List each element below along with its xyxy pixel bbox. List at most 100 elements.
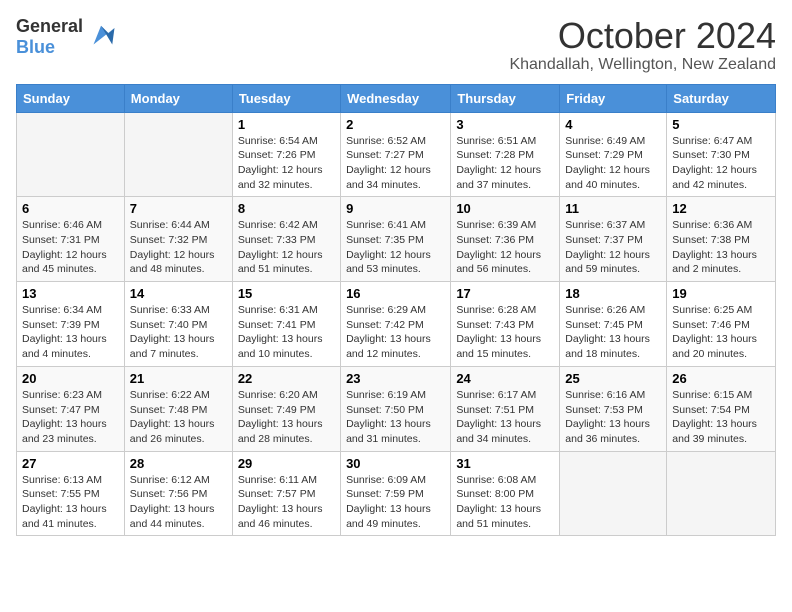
day-number: 1 [238, 117, 335, 132]
calendar-cell: 1 Sunrise: 6:54 AMSunset: 7:26 PMDaylight… [232, 112, 340, 197]
day-info: Sunrise: 6:37 AMSunset: 7:37 PMDaylight:… [565, 218, 661, 277]
day-number: 24 [456, 371, 554, 386]
title-area: October 2024 Khandallah, Wellington, New… [509, 16, 776, 74]
day-number: 7 [130, 201, 227, 216]
calendar-cell: 2Sunrise: 6:52 AMSunset: 7:27 PMDaylight… [341, 112, 451, 197]
day-number: 14 [130, 286, 227, 301]
weekday-header-saturday: Saturday [667, 84, 776, 112]
calendar-cell: 12Sunrise: 6:36 AMSunset: 7:38 PMDayligh… [667, 197, 776, 282]
calendar-cell: 10Sunrise: 6:39 AMSunset: 7:36 PMDayligh… [451, 197, 560, 282]
calendar-cell: 3 Sunrise: 6:51 AMSunset: 7:28 PMDaylight… [451, 112, 560, 197]
calendar-cell: 21 Sunrise: 6:22 AMSunset: 7:48 PMDayligh… [124, 366, 232, 451]
calendar-cell: 13 Sunrise: 6:34 AMSunset: 7:39 PMDayligh… [17, 282, 125, 367]
day-info: Sunrise: 6:22 AMSunset: 7:48 PMDaylight:… [130, 388, 227, 447]
day-info: Sunrise: 6:42 AMSunset: 7:33 PMDaylight:… [238, 218, 335, 277]
day-number: 29 [238, 456, 335, 471]
calendar-cell: 16Sunrise: 6:29 AMSunset: 7:42 PMDayligh… [341, 282, 451, 367]
calendar-cell [560, 451, 667, 536]
weekday-header-monday: Monday [124, 84, 232, 112]
day-number: 30 [346, 456, 445, 471]
day-info: Sunrise: 6:26 AMSunset: 7:45 PMDaylight:… [565, 303, 661, 362]
day-number: 26 [672, 371, 770, 386]
day-info: Sunrise: 6:33 AMSunset: 7:40 PMDaylight:… [130, 303, 227, 362]
day-info: Sunrise: 6:44 AMSunset: 7:32 PMDaylight:… [130, 218, 227, 277]
calendar-cell: 31Sunrise: 6:08 AMSunset: 8:00 PMDayligh… [451, 451, 560, 536]
day-info: Sunrise: 6:23 AMSunset: 7:47 PMDaylight:… [22, 388, 119, 447]
logo-blue: Blue [16, 37, 55, 57]
calendar-cell: 14 Sunrise: 6:33 AMSunset: 7:40 PMDayligh… [124, 282, 232, 367]
calendar-cell: 17 Sunrise: 6:28 AMSunset: 7:43 PMDayligh… [451, 282, 560, 367]
calendar-cell: 9Sunrise: 6:41 AMSunset: 7:35 PMDaylight… [341, 197, 451, 282]
day-info: Sunrise: 6:19 AMSunset: 7:50 PMDaylight:… [346, 388, 445, 447]
calendar-cell: 26 Sunrise: 6:15 AMSunset: 7:54 PMDayligh… [667, 366, 776, 451]
day-info: Sunrise: 6:54 AMSunset: 7:26 PMDaylight:… [238, 134, 335, 193]
day-number: 9 [346, 201, 445, 216]
location-title: Khandallah, Wellington, New Zealand [509, 56, 776, 74]
day-info: Sunrise: 6:31 AMSunset: 7:41 PMDaylight:… [238, 303, 335, 362]
day-number: 19 [672, 286, 770, 301]
calendar-cell: 29Sunrise: 6:11 AMSunset: 7:57 PMDayligh… [232, 451, 340, 536]
day-info: Sunrise: 6:46 AMSunset: 7:31 PMDaylight:… [22, 218, 119, 277]
day-info: Sunrise: 6:09 AMSunset: 7:59 PMDaylight:… [346, 473, 445, 532]
day-number: 16 [346, 286, 445, 301]
calendar-week-3: 13 Sunrise: 6:34 AMSunset: 7:39 PMDayligh… [17, 282, 776, 367]
logo-text: General Blue [16, 16, 83, 58]
month-title: October 2024 [509, 16, 776, 56]
day-info: Sunrise: 6:51 AMSunset: 7:28 PMDaylight:… [456, 134, 554, 193]
day-info: Sunrise: 6:25 AMSunset: 7:46 PMDaylight:… [672, 303, 770, 362]
day-number: 27 [22, 456, 119, 471]
day-info: Sunrise: 6:39 AMSunset: 7:36 PMDaylight:… [456, 218, 554, 277]
calendar-cell: 23Sunrise: 6:19 AMSunset: 7:50 PMDayligh… [341, 366, 451, 451]
calendar-week-5: 27 Sunrise: 6:13 AMSunset: 7:55 PMDayligh… [17, 451, 776, 536]
day-info: Sunrise: 6:17 AMSunset: 7:51 PMDaylight:… [456, 388, 554, 447]
calendar-cell: 7 Sunrise: 6:44 AMSunset: 7:32 PMDaylight… [124, 197, 232, 282]
calendar-cell: 11 Sunrise: 6:37 AMSunset: 7:37 PMDayligh… [560, 197, 667, 282]
day-number: 3 [456, 117, 554, 132]
day-number: 4 [565, 117, 661, 132]
day-info: Sunrise: 6:28 AMSunset: 7:43 PMDaylight:… [456, 303, 554, 362]
page-header: General Blue October 2024 Khandallah, We… [16, 16, 776, 74]
day-number: 8 [238, 201, 335, 216]
calendar-cell: 5 Sunrise: 6:47 AMSunset: 7:30 PMDaylight… [667, 112, 776, 197]
day-info: Sunrise: 6:49 AMSunset: 7:29 PMDaylight:… [565, 134, 661, 193]
logo-icon [86, 22, 116, 52]
day-info: Sunrise: 6:34 AMSunset: 7:39 PMDaylight:… [22, 303, 119, 362]
calendar-cell: 15 Sunrise: 6:31 AMSunset: 7:41 PMDayligh… [232, 282, 340, 367]
calendar-table: SundayMondayTuesdayWednesdayThursdayFrid… [16, 84, 776, 537]
calendar-cell: 6 Sunrise: 6:46 AMSunset: 7:31 PMDaylight… [17, 197, 125, 282]
weekday-header-wednesday: Wednesday [341, 84, 451, 112]
calendar-cell: 20 Sunrise: 6:23 AMSunset: 7:47 PMDayligh… [17, 366, 125, 451]
day-info: Sunrise: 6:13 AMSunset: 7:55 PMDaylight:… [22, 473, 119, 532]
weekday-header-thursday: Thursday [451, 84, 560, 112]
weekday-header-row: SundayMondayTuesdayWednesdayThursdayFrid… [17, 84, 776, 112]
weekday-header-tuesday: Tuesday [232, 84, 340, 112]
day-number: 17 [456, 286, 554, 301]
calendar-cell: 22Sunrise: 6:20 AMSunset: 7:49 PMDayligh… [232, 366, 340, 451]
logo-general: General [16, 16, 83, 36]
day-info: Sunrise: 6:08 AMSunset: 8:00 PMDaylight:… [456, 473, 554, 532]
day-number: 18 [565, 286, 661, 301]
day-number: 6 [22, 201, 119, 216]
day-number: 21 [130, 371, 227, 386]
day-number: 5 [672, 117, 770, 132]
day-info: Sunrise: 6:36 AMSunset: 7:38 PMDaylight:… [672, 218, 770, 277]
day-number: 25 [565, 371, 661, 386]
calendar-cell [17, 112, 125, 197]
day-number: 11 [565, 201, 661, 216]
day-info: Sunrise: 6:20 AMSunset: 7:49 PMDaylight:… [238, 388, 335, 447]
day-number: 13 [22, 286, 119, 301]
calendar-cell: 4 Sunrise: 6:49 AMSunset: 7:29 PMDaylight… [560, 112, 667, 197]
day-info: Sunrise: 6:12 AMSunset: 7:56 PMDaylight:… [130, 473, 227, 532]
day-number: 20 [22, 371, 119, 386]
calendar-cell: 24 Sunrise: 6:17 AMSunset: 7:51 PMDayligh… [451, 366, 560, 451]
day-number: 28 [130, 456, 227, 471]
calendar-cell: 30 Sunrise: 6:09 AMSunset: 7:59 PMDayligh… [341, 451, 451, 536]
day-info: Sunrise: 6:52 AMSunset: 7:27 PMDaylight:… [346, 134, 445, 193]
day-number: 15 [238, 286, 335, 301]
calendar-cell: 8 Sunrise: 6:42 AMSunset: 7:33 PMDaylight… [232, 197, 340, 282]
calendar-week-1: 1 Sunrise: 6:54 AMSunset: 7:26 PMDaylight… [17, 112, 776, 197]
calendar-cell: 25 Sunrise: 6:16 AMSunset: 7:53 PMDayligh… [560, 366, 667, 451]
day-info: Sunrise: 6:16 AMSunset: 7:53 PMDaylight:… [565, 388, 661, 447]
day-info: Sunrise: 6:15 AMSunset: 7:54 PMDaylight:… [672, 388, 770, 447]
day-info: Sunrise: 6:47 AMSunset: 7:30 PMDaylight:… [672, 134, 770, 193]
